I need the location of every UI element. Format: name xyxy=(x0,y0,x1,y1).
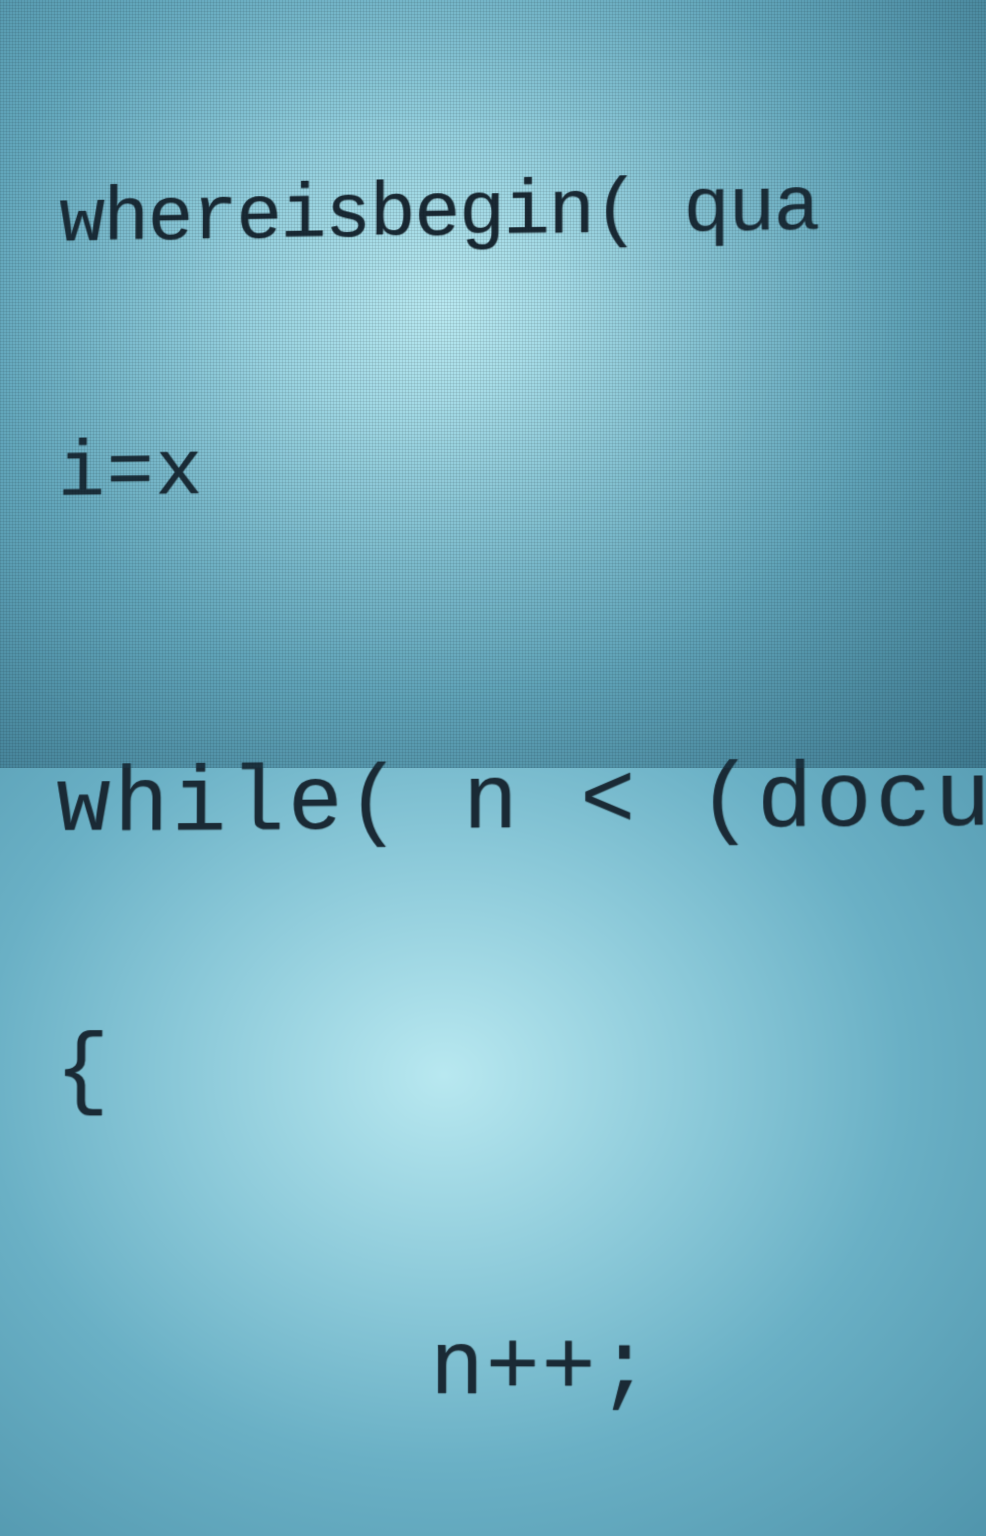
code-line-3: { xyxy=(55,1023,986,1121)
code-line-1: i=x xyxy=(58,422,986,517)
code-line-4: n++; xyxy=(53,1322,986,1421)
code-line-0: whereisbegin( qua xyxy=(59,165,986,262)
code-editor-view: whereisbegin( qua i=x while( n < (docum … xyxy=(49,0,986,1536)
